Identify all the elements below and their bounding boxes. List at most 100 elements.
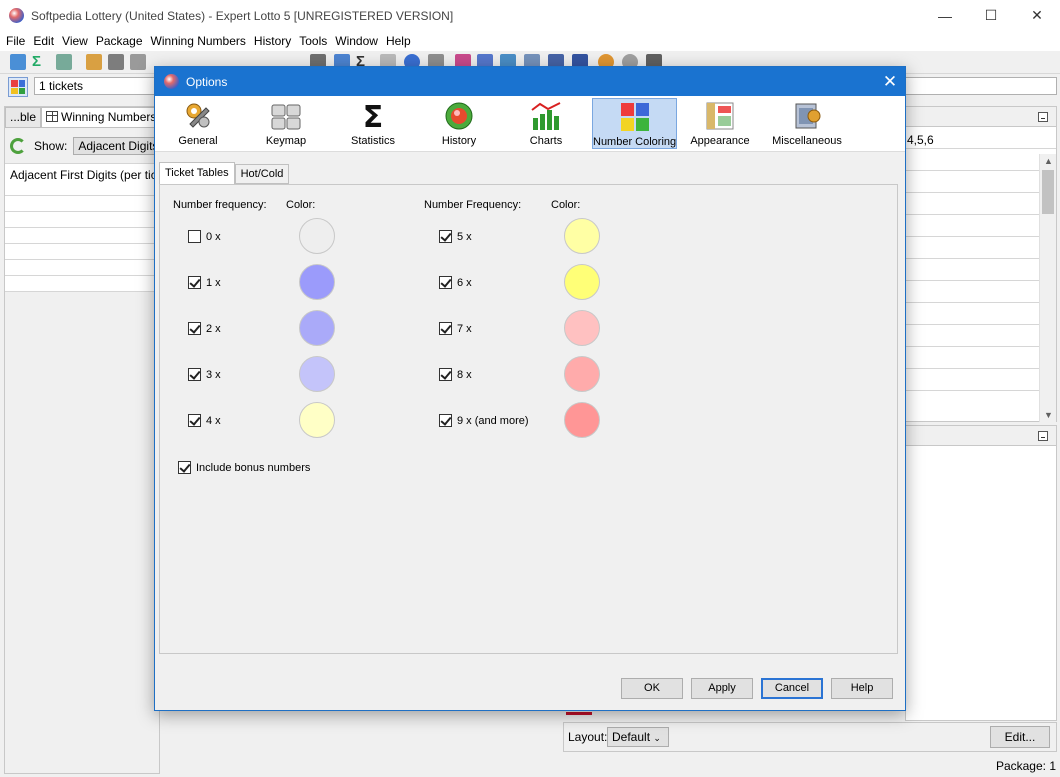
category-miscellaneous[interactable]: Miscellaneous (769, 98, 845, 149)
frequency-row[interactable]: 1 x (188, 276, 221, 289)
close-icon[interactable]: ✕ (875, 67, 905, 96)
right-frequency-header: Number Frequency: (424, 199, 522, 211)
refresh-icon[interactable] (10, 138, 26, 154)
tab-ticket-tables[interactable]: Ticket Tables (159, 162, 235, 184)
category-number-coloring[interactable]: Number Coloring (592, 98, 677, 149)
category-label: Statistics (350, 135, 395, 147)
scroll-up-icon[interactable]: ▲ (1040, 154, 1057, 168)
tab-table[interactable]: ...ble (5, 107, 42, 128)
table-row (5, 212, 161, 228)
table-row (906, 303, 1056, 325)
color-swatch[interactable] (564, 356, 600, 392)
color-swatch[interactable] (299, 218, 335, 254)
menu-file[interactable]: File (2, 34, 29, 48)
category-label: History (441, 135, 477, 147)
tab-winning-numbers-label: Winning Numbers (61, 110, 157, 124)
category-keymap[interactable]: Keymap (253, 98, 319, 149)
close-icon[interactable]: ✕ (1014, 0, 1060, 31)
table-row (5, 244, 161, 260)
color-swatch[interactable] (564, 310, 600, 346)
frequency-checkbox[interactable] (439, 414, 452, 427)
table-row (5, 228, 161, 244)
save-icon[interactable] (130, 54, 146, 70)
menu-tools[interactable]: Tools (295, 34, 331, 48)
frequency-checkbox[interactable] (188, 322, 201, 335)
frequency-label: 1 x (206, 276, 221, 289)
apply-button[interactable]: Apply (691, 678, 753, 699)
ticket-icon[interactable] (86, 54, 102, 70)
frequency-label: 6 x (457, 276, 472, 289)
menu-history[interactable]: History (250, 34, 295, 48)
category-charts[interactable]: Charts (513, 98, 579, 149)
table-row (906, 193, 1056, 215)
color-swatch[interactable] (299, 264, 335, 300)
frequency-row[interactable]: 7 x (439, 322, 472, 335)
panel-minimize-icon[interactable] (1038, 431, 1048, 441)
frequency-checkbox[interactable] (439, 322, 452, 335)
tickets-field[interactable]: 1 tickets (34, 77, 164, 95)
menu-edit[interactable]: Edit (29, 34, 58, 48)
ok-button[interactable]: OK (621, 678, 683, 699)
include-bonus-checkbox[interactable] (178, 461, 191, 474)
cancel-button[interactable]: Cancel (761, 678, 823, 699)
include-bonus-row[interactable]: Include bonus numbers (178, 461, 310, 474)
tab-winning-numbers[interactable]: Winning Numbers (41, 107, 162, 128)
color-grid-icon[interactable] (8, 77, 28, 97)
color-swatch[interactable] (299, 356, 335, 392)
scrollbar-thumb[interactable] (1042, 170, 1054, 214)
category-general[interactable]: General (165, 98, 231, 149)
scroll-down-icon[interactable]: ▼ (1040, 408, 1057, 422)
color-swatch[interactable] (299, 402, 335, 438)
tab-hot-cold[interactable]: Hot/Cold (234, 164, 290, 184)
frequency-checkbox[interactable] (188, 276, 201, 289)
menu-view[interactable]: View (58, 34, 92, 48)
category-appearance[interactable]: Appearance (687, 98, 753, 149)
table-row (906, 149, 1056, 171)
table-row (5, 196, 161, 212)
filter-icon[interactable] (56, 54, 72, 70)
sum-icon[interactable]: Σ (32, 54, 48, 70)
frequency-label: 7 x (457, 322, 472, 335)
frequency-row[interactable]: 8 x (439, 368, 472, 381)
color-swatch[interactable] (564, 402, 600, 438)
wizard-icon[interactable] (10, 54, 26, 70)
minimize-icon[interactable]: — (922, 0, 968, 31)
edit-button[interactable]: Edit... (990, 726, 1050, 748)
window-title: Softpedia Lottery (United States) - Expe… (31, 8, 454, 23)
category-history[interactable]: History (426, 98, 492, 149)
frequency-row[interactable]: 3 x (188, 368, 221, 381)
category-statistics[interactable]: Σ Statistics (340, 98, 406, 149)
frequency-checkbox[interactable] (188, 368, 201, 381)
color-swatch[interactable] (299, 310, 335, 346)
frequency-row[interactable]: 2 x (188, 322, 221, 335)
show-select[interactable]: Adjacent Digits (73, 137, 164, 155)
color-swatch[interactable] (564, 264, 600, 300)
layout-bar: Layout: Default ⌄ Edit... (563, 722, 1057, 752)
panel-minimize-icon[interactable] (1038, 112, 1048, 122)
help-button[interactable]: Help (831, 678, 893, 699)
frequency-row[interactable]: 0 x (188, 230, 221, 243)
frequency-checkbox[interactable] (439, 368, 452, 381)
layout-select[interactable]: Default ⌄ (607, 727, 669, 747)
right-toolbar-field[interactable] (905, 77, 1057, 95)
appearance-icon (706, 102, 734, 130)
show-label: Show: (34, 139, 68, 153)
menu-window[interactable]: Window (331, 34, 382, 48)
table-row (5, 260, 161, 276)
print-icon[interactable] (108, 54, 124, 70)
maximize-icon[interactable]: ☐ (968, 0, 1014, 31)
left-table-header: Adjacent First Digits (per ticket) (5, 164, 161, 196)
frequency-row[interactable]: 9 x (and more) (439, 414, 529, 427)
vertical-scrollbar[interactable]: ▲ ▼ (1039, 154, 1056, 422)
color-swatch[interactable] (564, 218, 600, 254)
frequency-checkbox[interactable] (188, 230, 201, 243)
frequency-checkbox[interactable] (439, 276, 452, 289)
menu-winning-numbers[interactable]: Winning Numbers (147, 34, 250, 48)
frequency-row[interactable]: 5 x (439, 230, 472, 243)
frequency-row[interactable]: 6 x (439, 276, 472, 289)
frequency-checkbox[interactable] (439, 230, 452, 243)
menu-help[interactable]: Help (382, 34, 415, 48)
frequency-row[interactable]: 4 x (188, 414, 221, 427)
frequency-checkbox[interactable] (188, 414, 201, 427)
menu-package[interactable]: Package (92, 34, 147, 48)
